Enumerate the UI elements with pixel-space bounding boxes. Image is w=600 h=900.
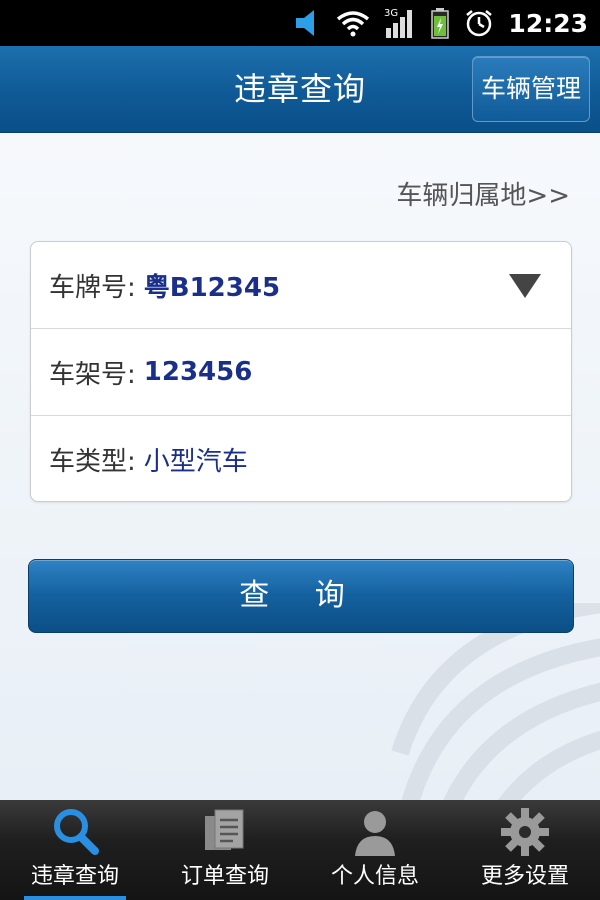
plate-number-row[interactable]: 车牌号: 粤B12345 (31, 242, 571, 329)
vehicle-type-value[interactable]: 小型汽车 (144, 441, 248, 478)
nav-personal-info[interactable]: 个人信息 (300, 800, 450, 900)
battery-icon (430, 7, 450, 39)
main-content: 车辆归属地>> 车牌号: 粤B12345 车架号: 123456 车类型: 小型… (0, 133, 600, 800)
dropdown-triangle-icon[interactable] (507, 272, 543, 307)
title-bar: 违章查询 车辆管理 (0, 46, 600, 133)
plate-number-label: 车牌号: (49, 272, 136, 303)
gear-icon (499, 806, 551, 862)
nav-order-query[interactable]: 订单查询 (150, 800, 300, 900)
nav-label: 个人信息 (330, 864, 419, 889)
nav-more-settings[interactable]: 更多设置 (450, 800, 600, 900)
status-bar: 3G 12:23 (0, 0, 600, 46)
frame-number-row[interactable]: 车架号: 123456 (31, 329, 571, 416)
clock-time: 12:23 (508, 8, 588, 38)
query-button[interactable]: 查 询 (28, 559, 574, 633)
signal-3g-icon: 3G (384, 6, 416, 40)
frame-number-value[interactable]: 123456 (144, 357, 253, 387)
volume-icon (294, 8, 322, 38)
vehicle-type-label: 车类型: (49, 446, 136, 477)
nav-violation-query[interactable]: 违章查询 (0, 800, 150, 900)
vehicle-location-link[interactable]: 车辆归属地>> (396, 175, 570, 212)
vehicle-type-row[interactable]: 车类型: 小型汽车 (31, 416, 571, 502)
nav-label: 更多设置 (480, 864, 569, 889)
nav-label: 订单查询 (180, 864, 269, 889)
vehicle-management-button[interactable]: 车辆管理 (472, 56, 590, 122)
plate-number-value[interactable]: 粤B12345 (144, 267, 280, 304)
person-icon (349, 806, 401, 862)
search-icon (49, 806, 101, 862)
vehicle-info-form: 车牌号: 粤B12345 车架号: 123456 车类型: 小型汽车 (30, 241, 572, 502)
frame-number-label: 车架号: (49, 359, 136, 390)
network-type-label: 3G (384, 8, 398, 19)
nav-label: 违章查询 (30, 864, 119, 889)
wifi-icon (336, 9, 370, 37)
document-icon (199, 806, 251, 862)
alarm-icon (464, 8, 494, 38)
bottom-nav: 违章查询 订单查询 个人信息 更多设置 (0, 800, 600, 900)
